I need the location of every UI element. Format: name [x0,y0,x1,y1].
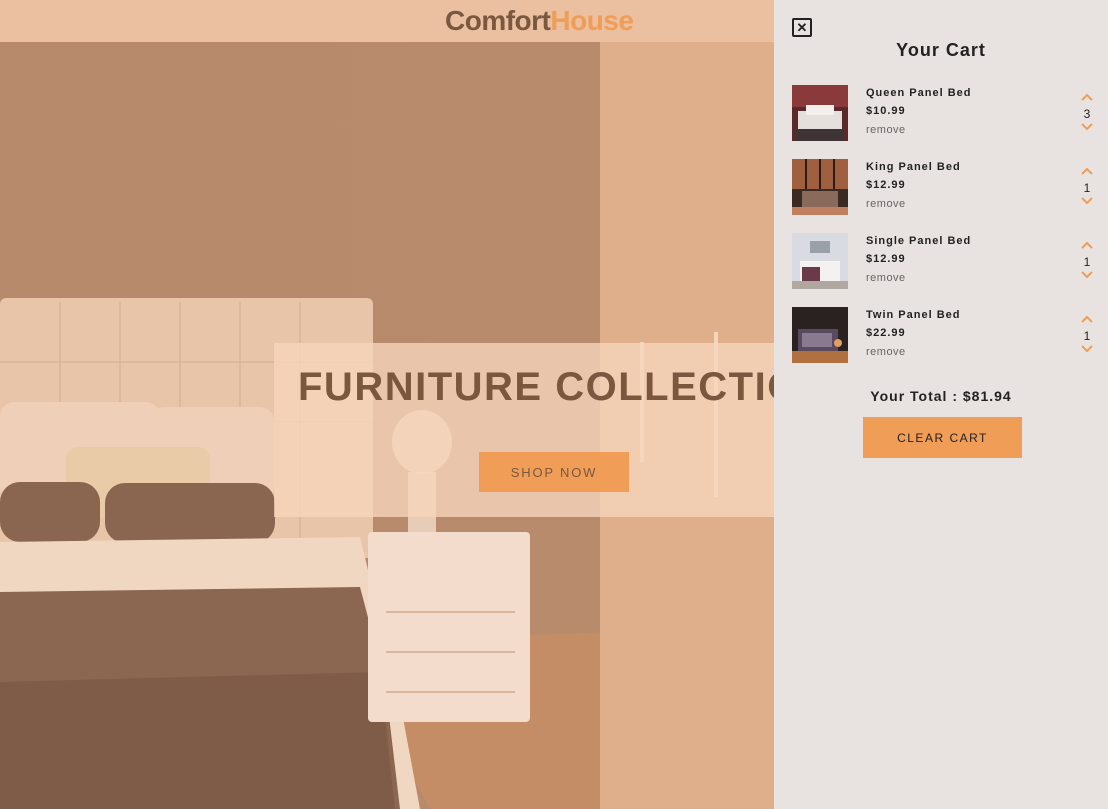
clear-cart-button[interactable]: CLEAR CART [863,417,1022,458]
chevron-up-icon[interactable] [1081,167,1093,175]
cart-item-image [792,233,848,289]
close-cart-icon[interactable]: ✕ [792,18,812,37]
cart-item-price: $12.99 [866,253,906,265]
site-logo[interactable]: ComfortHouse [445,5,634,37]
cart-item-price: $22.99 [866,327,906,339]
cart-title: Your Cart [896,40,986,60]
logo-part-2: House [550,5,634,36]
cart-item-price: $10.99 [866,105,906,117]
cart-item-name: Twin Panel Bed [866,309,961,321]
cart-item-name: King Panel Bed [866,161,961,173]
cart-item-quantity: 1 [1083,329,1091,343]
cart-item-name: Single Panel Bed [866,235,972,247]
cart-total: Your Total : $81.94 [870,388,1012,404]
chevron-up-icon[interactable] [1081,93,1093,101]
cart-item-price: $12.99 [866,179,906,191]
remove-item-link[interactable]: remove [866,124,906,136]
cart-item-image [792,85,848,141]
cart-item: Queen Panel Bed $10.99 remove 3 [792,85,1102,143]
cart-item-image [792,159,848,215]
cart-item: Twin Panel Bed $22.99 remove 1 [792,307,1102,365]
hero-banner: FURNITURE COLLECTION SHOP NOW [274,343,834,517]
cart-item: King Panel Bed $12.99 remove 1 [792,159,1102,217]
cart-item-quantity: 3 [1083,107,1091,121]
chevron-down-icon[interactable] [1081,123,1093,131]
remove-item-link[interactable]: remove [866,272,906,284]
chevron-down-icon[interactable] [1081,271,1093,279]
shop-now-button[interactable]: SHOP NOW [479,452,629,492]
cart-item-quantity: 1 [1083,255,1091,269]
cart-item-name: Queen Panel Bed [866,87,972,99]
cart-panel: ✕ Your Cart Queen Panel Bed $10.99 remov… [774,0,1108,809]
remove-item-link[interactable]: remove [866,346,906,358]
cart-item-quantity: 1 [1083,181,1091,195]
cart-item: Single Panel Bed $12.99 remove 1 [792,233,1102,291]
chevron-up-icon[interactable] [1081,315,1093,323]
chevron-down-icon[interactable] [1081,197,1093,205]
cart-item-image [792,307,848,363]
logo-part-1: Comfort [445,5,551,36]
chevron-down-icon[interactable] [1081,345,1093,353]
chevron-up-icon[interactable] [1081,241,1093,249]
remove-item-link[interactable]: remove [866,198,906,210]
